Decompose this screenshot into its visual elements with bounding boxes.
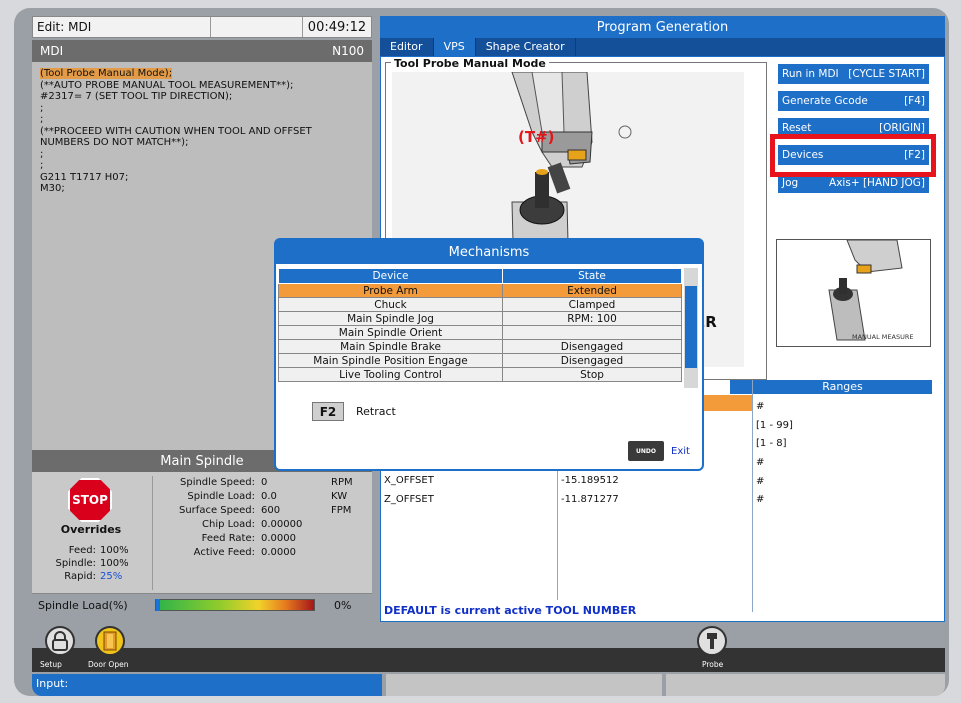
devices-highlight <box>770 134 936 177</box>
mechanisms-table: Device State Probe Arm Extended Chuck Clam… <box>278 268 682 382</box>
override-rapid: Rapid: 25% <box>64 571 123 582</box>
table-row[interactable]: Main Spindle Jog RPM: 100 <box>278 311 682 326</box>
code-line[interactable]: NUMBERS DO NOT MATCH**); <box>40 137 364 149</box>
generate-gcode-button[interactable]: Generate Gcode [F4] <box>777 90 930 112</box>
edit-status-bar: Edit: MDI 00:49:12 <box>32 16 372 38</box>
offset-name: Z_OFFSET <box>384 494 434 505</box>
tab-bar: Editor VPS Shape Creator <box>380 38 945 56</box>
section-label: Tool Probe Manual Mode <box>391 57 549 70</box>
code-line[interactable]: ; <box>40 149 364 161</box>
offset-value[interactable]: -11.871277 <box>561 494 619 505</box>
undo-key-icon[interactable]: UNDO <box>628 441 664 461</box>
selected-cell[interactable] <box>700 395 752 411</box>
stat-surface-speed: Surface Speed: 600 FPM <box>179 505 352 516</box>
range-cell: [1 - 8] <box>756 438 787 449</box>
mechanisms-scrollbar[interactable] <box>684 268 698 388</box>
stat-spindle-speed: Spindle Speed: 0 RPM <box>180 477 353 488</box>
program-generation-title: Program Generation <box>380 16 945 38</box>
code-line[interactable]: (Tool Probe Manual Mode); <box>40 68 364 80</box>
override-feed: Feed: 100% <box>68 545 129 556</box>
table-row[interactable]: Main Spindle Orient <box>278 325 682 340</box>
spindle-load-value: 0% <box>334 599 352 612</box>
bottom-status-bar <box>32 648 945 672</box>
run-in-mdi-button[interactable]: Run in MDI [CYCLE START] <box>777 63 930 85</box>
retract-label: Retract <box>356 405 396 418</box>
table-row[interactable]: Main Spindle Brake Disengaged <box>278 339 682 354</box>
range-cell: # <box>756 476 765 487</box>
override-spindle: Spindle: 100% <box>55 558 129 569</box>
probe-icon[interactable] <box>697 626 727 656</box>
probe-label: Probe <box>702 660 724 669</box>
offset-value[interactable]: -15.189512 <box>561 475 619 486</box>
stat-active-feed: Active Feed: 0.0000 <box>193 547 296 558</box>
code-line[interactable]: (**PROCEED WITH CAUTION WHEN TOOL AND OF… <box>40 126 364 138</box>
code-line[interactable]: ; <box>40 160 364 172</box>
code-line[interactable]: #2317= 7 (SET TOOL TIP DIRECTION); <box>40 91 364 103</box>
tab-vps[interactable]: VPS <box>433 38 476 56</box>
table-row[interactable]: Main Spindle Position Engage Disengaged <box>278 353 682 368</box>
default-message: DEFAULT is current active TOOL NUMBER <box>384 604 637 617</box>
clock: 00:49:12 <box>307 19 367 35</box>
manual-measure-thumbnail <box>776 239 931 347</box>
spindle-load-label: Spindle Load(%) <box>38 599 128 612</box>
stat-feed-rate: Feed Rate: 0.0000 <box>201 533 296 544</box>
code-line[interactable]: ; <box>40 114 364 126</box>
code-line[interactable]: G211 T1717 H07; <box>40 172 364 184</box>
edit-mode-label: Edit: MDI <box>33 17 211 37</box>
table-row[interactable]: Probe Arm Extended <box>278 283 682 298</box>
column-divider <box>752 380 753 612</box>
code-line[interactable]: (**AUTO PROBE MANUAL TOOL MEASUREMENT**)… <box>40 80 364 92</box>
tab-shape-creator[interactable]: Shape Creator <box>476 38 576 56</box>
column-divider <box>557 470 558 600</box>
block-number: N100 <box>332 44 364 58</box>
range-cell: # <box>756 457 765 468</box>
device-column-header: Device <box>278 268 503 284</box>
door-open-label: Door Open <box>88 660 129 669</box>
range-cell: # <box>756 401 765 412</box>
range-cell: [1 - 99] <box>756 420 793 431</box>
mechanisms-title: Mechanisms <box>276 240 702 264</box>
divider <box>152 476 153 590</box>
tool-callout: (T#) <box>518 128 555 146</box>
table-row[interactable]: Chuck Clamped <box>278 297 682 312</box>
mdi-pane-title: MDI N100 <box>32 40 372 62</box>
status-field <box>386 674 662 696</box>
offset-name: X_OFFSET <box>384 475 434 486</box>
lock-icon[interactable] <box>45 626 75 656</box>
tab-editor[interactable]: Editor <box>380 38 434 56</box>
exit-link[interactable]: Exit <box>671 446 690 457</box>
overrides-label: Overrides <box>60 523 122 536</box>
status-field <box>666 674 945 696</box>
code-line[interactable]: M30; <box>40 183 364 195</box>
table-row[interactable]: Live Tooling Control Stop <box>278 367 682 382</box>
range-cell: # <box>756 494 765 505</box>
code-line[interactable]: ; <box>40 103 364 115</box>
ranges-header: Ranges <box>752 380 932 394</box>
stat-spindle-load: Spindle Load: 0.0 KW <box>187 491 348 502</box>
f2-key-icon[interactable]: F2 <box>312 402 344 421</box>
stat-chip-load: Chip Load: 0.00000 <box>202 519 303 530</box>
input-field[interactable]: Input: <box>32 674 382 696</box>
mdi-title: MDI <box>40 44 64 58</box>
setup-label: Setup <box>40 660 62 669</box>
state-column-header: State <box>502 268 682 284</box>
door-icon[interactable] <box>95 626 125 656</box>
thumbnail-caption: MANUAL MEASURE <box>852 333 914 341</box>
spindle-load-bar <box>155 599 315 611</box>
